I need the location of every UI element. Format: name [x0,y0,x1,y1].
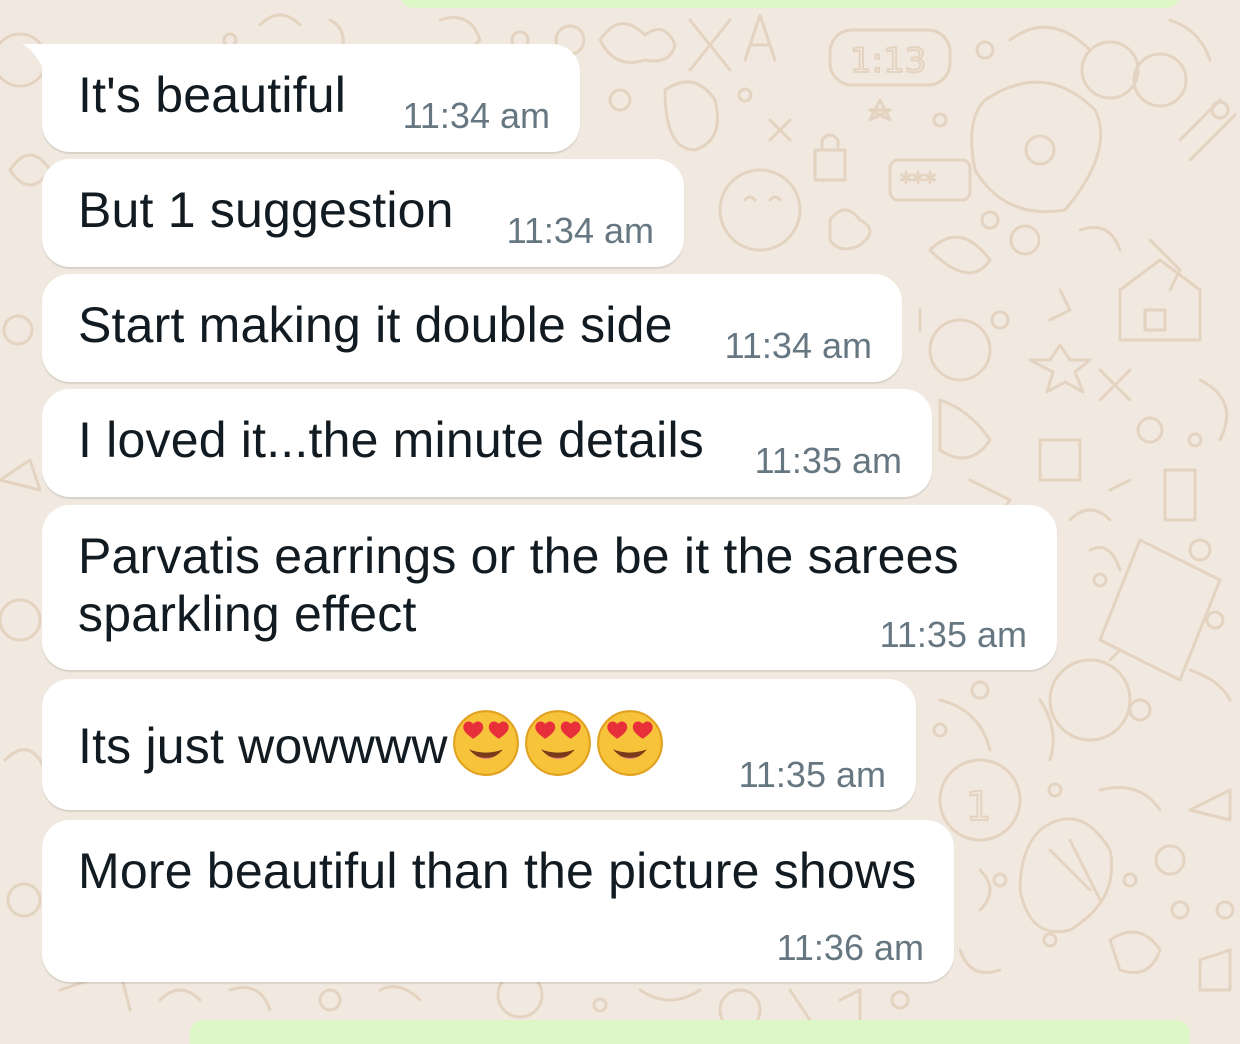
message-text: Its just wowwww [78,718,448,774]
svg-text:1:13: 1:13 [850,41,926,81]
message-timestamp: 11:34 am [402,95,550,136]
message-timestamp: 11:35 am [754,440,902,481]
message-text: But 1 suggestion [78,182,454,238]
message-timestamp: 11:35 am [738,754,886,795]
outgoing-message-bubble-bottom[interactable] [190,1020,1190,1044]
message-text: I loved it...the minute details [78,412,704,468]
heart-eyes-emoji-icon [452,710,519,776]
svg-text:***: *** [900,168,936,196]
bubble-tail [22,44,44,70]
message-bubble[interactable]: I loved it...the minute details 11:35 am [42,389,932,497]
message-bubble[interactable]: It's beautiful 11:34 am [22,44,580,152]
message-text-row: Its just wowwww [78,709,664,777]
message-bubble[interactable]: More beautiful than the picture shows 11… [42,820,954,982]
message-timestamp: 11:35 am [879,614,1027,655]
message-text: It's beautiful [78,67,347,123]
outgoing-message-bubble-top[interactable] [400,0,1180,8]
message-text-line: Parvatis earrings or the be it the saree… [78,528,959,584]
message-text: Start making it double side [78,297,673,353]
svg-text:1: 1 [966,784,991,830]
message-bubble[interactable]: Parvatis earrings or the be it the saree… [42,505,1057,670]
heart-eyes-emoji-icon [524,710,591,776]
message-bubble[interactable]: Its just wowwww 11:35 am [42,679,916,810]
message-bubble[interactable]: Start making it double side 11:34 am [42,274,902,382]
message-timestamp: 11:34 am [506,210,654,251]
message-text: More beautiful than the picture shows [78,843,917,899]
heart-eyes-emoji-icon [596,710,663,776]
message-timestamp: 11:36 am [776,927,924,968]
message-text-line: sparkling effect [78,586,417,642]
message-timestamp: 11:34 am [724,325,872,366]
message-bubble[interactable]: But 1 suggestion 11:34 am [42,159,684,267]
